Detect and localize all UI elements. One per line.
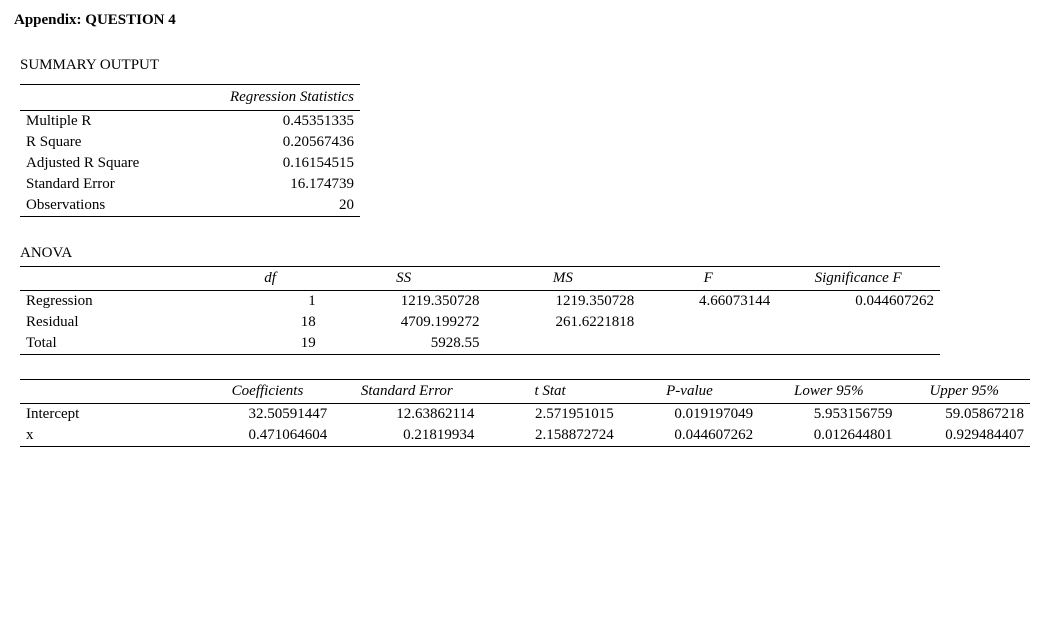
coef-t: 2.158872724 [480,425,619,447]
regstats-label: Adjusted R Square [20,153,229,174]
anova-col-df: df [218,267,321,291]
anova-sig [776,312,940,333]
table-row: R Square 0.20567436 [20,132,360,153]
table-row: Total 19 5928.55 [20,333,940,355]
regstats-value: 0.16154515 [229,153,360,174]
coef-col-lower95: Lower 95% [759,380,898,404]
coef-lo: 5.953156759 [759,404,898,426]
anova-sig [776,333,940,355]
coef-label: x [20,425,202,447]
regression-statistics-table: Regression Statistics Multiple R 0.45351… [20,84,360,217]
table-row: Adjusted R Square 0.16154515 [20,153,360,174]
anova-label: Residual [20,312,218,333]
anova-sig: 0.044607262 [776,291,940,313]
anova-ms [485,333,640,355]
anova-header-row: df SS MS F Significance F [20,267,940,291]
regstats-header: Regression Statistics [20,85,360,111]
anova-ss: 5928.55 [322,333,486,355]
coef-label: Intercept [20,404,202,426]
anova-df: 19 [218,333,321,355]
anova-ms: 261.6221818 [485,312,640,333]
table-row: Intercept 32.50591447 12.63862114 2.5719… [20,404,1030,426]
regstats-label: R Square [20,132,229,153]
coef-p: 0.019197049 [620,404,759,426]
regstats-value: 16.174739 [229,174,360,195]
coef-t: 2.571951015 [480,404,619,426]
anova-col-f: F [640,267,776,291]
regstats-label: Observations [20,195,229,217]
anova-col-blank [20,267,218,291]
anova-label: Regression [20,291,218,313]
anova-heading: ANOVA [20,245,1040,262]
anova-df: 18 [218,312,321,333]
coef-col-tstat: t Stat [480,380,619,404]
anova-col-ms: MS [485,267,640,291]
coef-col-se: Standard Error [333,380,480,404]
table-row: Standard Error 16.174739 [20,174,360,195]
coef-col-upper95: Upper 95% [899,380,1030,404]
coef-value: 32.50591447 [202,404,333,426]
coefficients-table: Coefficients Standard Error t Stat P-val… [20,379,1030,447]
anova-table: df SS MS F Significance F Regression 1 1… [20,266,940,355]
anova-col-sig: Significance F [776,267,940,291]
coef-value: 0.471064604 [202,425,333,447]
anova-f [640,333,776,355]
anova-ms: 1219.350728 [485,291,640,313]
regstats-value: 0.45351335 [229,111,360,133]
coef-hi: 0.929484407 [899,425,1030,447]
anova-col-ss: SS [322,267,486,291]
anova-df: 1 [218,291,321,313]
anova-f: 4.66073144 [640,291,776,313]
table-row: Multiple R 0.45351335 [20,111,360,133]
coef-se: 0.21819934 [333,425,480,447]
coef-p: 0.044607262 [620,425,759,447]
table-row: Residual 18 4709.199272 261.6221818 [20,312,940,333]
table-row: x 0.471064604 0.21819934 2.158872724 0.0… [20,425,1030,447]
appendix-title: Appendix: QUESTION 4 [14,12,1040,29]
regstats-label: Multiple R [20,111,229,133]
coef-header-row: Coefficients Standard Error t Stat P-val… [20,380,1030,404]
coef-hi: 59.05867218 [899,404,1030,426]
regstats-label: Standard Error [20,174,229,195]
coef-col-blank [20,380,202,404]
table-row: Regression 1 1219.350728 1219.350728 4.6… [20,291,940,313]
anova-label: Total [20,333,218,355]
coef-col-coefficients: Coefficients [202,380,333,404]
summary-output-heading: SUMMARY OUTPUT [20,57,1040,74]
anova-ss: 1219.350728 [322,291,486,313]
anova-f [640,312,776,333]
coef-lo: 0.012644801 [759,425,898,447]
anova-ss: 4709.199272 [322,312,486,333]
table-row: Observations 20 [20,195,360,217]
regstats-value: 0.20567436 [229,132,360,153]
regstats-value: 20 [229,195,360,217]
coef-col-pvalue: P-value [620,380,759,404]
coef-se: 12.63862114 [333,404,480,426]
